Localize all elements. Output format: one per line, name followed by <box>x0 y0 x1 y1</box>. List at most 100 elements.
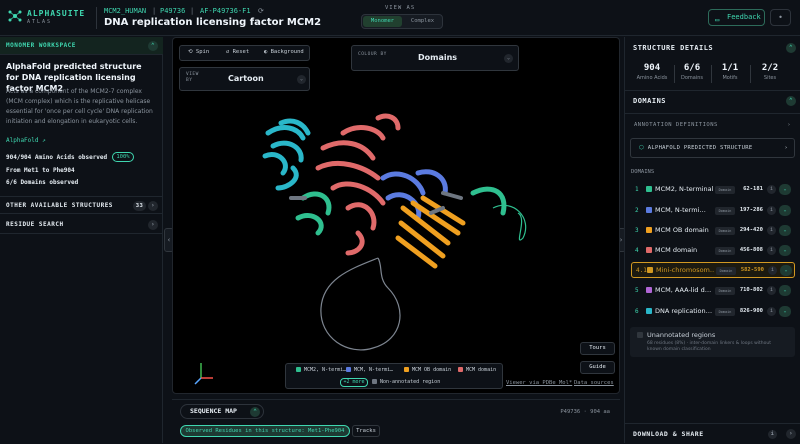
section-title: RESIDUE SEARCH <box>6 221 64 228</box>
section-title: STRUCTURE DETAILS <box>633 44 714 52</box>
alphafold-id[interactable]: AF-P49736-F1 <box>200 7 251 15</box>
domain-color-swatch <box>646 186 652 192</box>
copy-icon[interactable]: ⟳ <box>258 7 264 15</box>
alphafold-structure-label: ALPHAFOLD PREDICTED STRUCTURE <box>647 145 753 151</box>
section-title: DOWNLOAD & SHARE <box>633 430 704 438</box>
info-icon[interactable]: i <box>767 286 776 295</box>
feedback-button[interactable]: ▭ Feedback <box>708 9 765 26</box>
annotation-definitions-row[interactable]: ANNOTATION DEFINITIONS › <box>630 117 795 133</box>
protein-description: Acts as a component of the MCM2-7 comple… <box>6 88 153 125</box>
coverage-badge: 100% <box>112 152 134 162</box>
crumb-separator: | <box>152 7 157 15</box>
domain-row[interactable]: 4.1 Mini-chromosom… Domain 582-590 i ⌄ <box>631 262 795 278</box>
domain-row[interactable]: 4 MCM domain Domain 456-808 i ⌄ <box>631 243 795 259</box>
info-icon[interactable]: i <box>767 206 776 215</box>
other-structures-header[interactable]: OTHER AVAILABLE STRUCTURES 33 › <box>0 196 163 214</box>
spin-button[interactable]: ⟲ Spin <box>188 49 209 55</box>
domain-row[interactable]: 1 MCM2, N-terminal Domain 62-181 i ⌄ <box>631 182 795 198</box>
chevron-down-icon[interactable]: ⌄ <box>779 205 791 216</box>
pdbe-molstar-link[interactable]: Viewer via PDBe Mol* <box>506 380 572 386</box>
sequence-map-header[interactable]: SEQUENCE MAP ⌃ <box>180 404 264 419</box>
domain-color-swatch <box>646 247 652 253</box>
chevron-up-icon[interactable]: ⌃ <box>786 43 796 53</box>
domain-type-tag: Domain <box>716 267 736 275</box>
feedback-label: Feedback <box>727 13 761 21</box>
structure-details-header[interactable]: STRUCTURE DETAILS ⌃ <box>625 38 800 58</box>
structure-viewer[interactable]: ⟲ Spin ↺ Reset ◐ Background VIEW BY Cart… <box>172 37 620 394</box>
annotation-definitions-label: ANNOTATION DEFINITIONS <box>634 122 718 128</box>
domain-index: 3 <box>635 227 639 234</box>
domain-index: 1 <box>635 186 639 193</box>
menu-button[interactable]: • <box>770 9 791 26</box>
view-as-monomer-button[interactable]: Monomer <box>363 16 402 27</box>
info-icon[interactable]: i <box>767 185 776 194</box>
info-icon[interactable]: i <box>767 246 776 255</box>
chevron-right-icon: › <box>787 122 791 128</box>
view-as-complex-button[interactable]: Complex <box>403 16 442 27</box>
domain-range: 456-808 <box>739 247 763 253</box>
download-share-header[interactable]: DOWNLOAD & SHARE i › <box>625 423 800 443</box>
guide-button[interactable]: Guide <box>580 361 615 374</box>
domain-row[interactable]: 5 MCM, AAA-lid d… Domain 710-802 i ⌄ <box>631 283 795 299</box>
info-icon[interactable]: i <box>768 430 777 439</box>
domain-name: MCM, AAA-lid d… <box>655 286 712 294</box>
background-label: Background <box>270 49 304 55</box>
stat-value: 904 <box>643 63 661 73</box>
observed-residues-chip[interactable]: Observed Residues in this structure: Met… <box>180 425 350 437</box>
stat-motifs: 1/1 Motifs <box>715 63 745 81</box>
tracks-button[interactable]: Tracks <box>352 425 380 437</box>
alphafold-structure-row[interactable]: ⬡ ALPHAFOLD PREDICTED STRUCTURE › <box>630 138 795 158</box>
domain-row[interactable]: 6 DNA replication… Domain 826-900 i ⌄ <box>631 304 795 320</box>
stat-label: Sites <box>763 75 777 81</box>
legend-item[interactable]: MCM OB domain <box>404 367 451 373</box>
chevron-down-icon[interactable]: ⌄ <box>779 225 791 236</box>
domain-range: 826-900 <box>739 308 763 314</box>
chevron-down-icon[interactable]: ⌄ <box>779 245 791 256</box>
chevron-down-icon[interactable]: ⌄ <box>779 306 791 317</box>
structure-icon: ⬡ <box>639 145 645 151</box>
uniprot-id[interactable]: P49736 <box>160 7 185 15</box>
chevron-up-icon[interactable]: ⌃ <box>148 41 158 51</box>
domain-type-tag: Domain <box>715 186 735 194</box>
chevron-down-icon[interactable]: ⌄ <box>779 184 791 195</box>
domain-range: 582-590 <box>740 267 764 273</box>
domain-row[interactable]: 3 MCM OB domain Domain 294-420 i ⌄ <box>631 223 795 239</box>
header-divider <box>96 7 97 29</box>
brand-name[interactable]: ALPHASUITE <box>27 9 85 18</box>
legend-item[interactable]: MCM2, N-termi… <box>296 367 346 373</box>
legend-item[interactable]: MCM, N-termi… <box>346 367 393 373</box>
chevron-up-icon[interactable]: ⌃ <box>250 407 260 417</box>
legend-more-button[interactable]: +2 more <box>340 378 368 387</box>
monomer-workspace-header[interactable]: MONOMER WORKSPACE ⌃ <box>0 37 163 55</box>
chevron-down-icon[interactable]: ⌄ <box>779 285 791 296</box>
chevron-right-icon[interactable]: › <box>148 220 158 230</box>
reset-button[interactable]: ↺ Reset <box>226 49 249 55</box>
chevron-up-icon[interactable]: ⌃ <box>786 96 796 106</box>
chevron-right-icon: › <box>784 145 788 151</box>
view-by-select[interactable]: VIEW BY Cartoon ⌄ <box>179 67 310 91</box>
alphafold-link[interactable]: AlphaFold ↗ <box>6 137 46 144</box>
divider <box>625 113 800 114</box>
background-button[interactable]: ◐ Background <box>264 49 304 55</box>
domain-type-tag: Domain <box>715 287 735 295</box>
info-icon[interactable]: i <box>767 307 776 316</box>
chevron-right-icon[interactable]: › <box>786 429 796 439</box>
tours-button[interactable]: Tours <box>580 342 615 355</box>
domain-name: MCM2, N-terminal <box>655 185 713 193</box>
chevron-down-icon[interactable]: ⌄ <box>780 265 792 276</box>
info-icon[interactable]: i <box>768 266 777 275</box>
colour-by-select[interactable]: COLOUR BY Domains ⌄ <box>351 45 519 71</box>
protein-structure-render[interactable] <box>173 38 620 394</box>
info-icon[interactable]: i <box>767 226 776 235</box>
legend-item-non-annotated: Non-annotated region <box>372 379 440 385</box>
data-sources-link[interactable]: Data sources <box>574 380 614 386</box>
gene-name[interactable]: MCM2_HUMAN <box>104 7 146 15</box>
domains-section-header[interactable]: DOMAINS ⌃ <box>625 91 800 111</box>
chevron-right-icon[interactable]: › <box>148 201 158 211</box>
stat-label: Amino Acids <box>636 75 668 81</box>
residue-search-header[interactable]: RESIDUE SEARCH › <box>0 216 163 234</box>
legend-item[interactable]: MCM domain <box>458 367 496 373</box>
domain-index: 4 <box>635 247 639 254</box>
domain-row[interactable]: 2 MCM, N-termi… Domain 197-286 i ⌄ <box>631 203 795 219</box>
section-title: DOMAINS <box>633 97 667 105</box>
